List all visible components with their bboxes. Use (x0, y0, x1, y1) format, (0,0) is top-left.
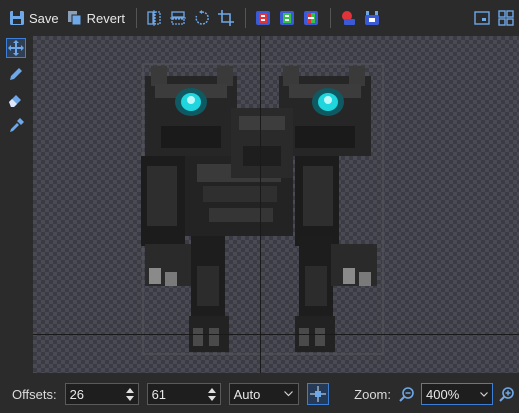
offset-y-spinbox[interactable] (146, 383, 221, 405)
center-offsets-button[interactable] (306, 383, 329, 405)
sprite-left-eye-glint (187, 96, 195, 104)
move-icon (8, 40, 24, 56)
offset-guide-horizontal (33, 334, 519, 335)
sprite-canvas[interactable] (33, 36, 519, 373)
move-tool-button[interactable] (6, 38, 26, 58)
offset-y-input[interactable] (151, 386, 200, 402)
sprite-torso-shade (209, 208, 273, 222)
tile-view-icon (498, 10, 514, 26)
zoom-in-icon (499, 387, 514, 402)
rotate-button[interactable] (191, 6, 213, 30)
remap-green-button[interactable] (276, 6, 298, 30)
zoom-out-icon (399, 387, 414, 402)
zoom-label: Zoom: (354, 386, 391, 402)
pencil-icon (10, 68, 22, 80)
toolbar-separator (244, 8, 246, 28)
remap-mixed-icon (303, 11, 318, 25)
chevron-down-icon (283, 391, 293, 397)
crop-icon (217, 10, 234, 26)
edit-tools-panel (4, 38, 28, 142)
chevron-down-icon (480, 391, 488, 397)
sprite-left-jaw (161, 126, 221, 148)
fit-view-icon (474, 11, 490, 25)
alignment-value: Auto (233, 387, 261, 402)
flip-horizontal-button[interactable] (143, 6, 165, 30)
sprite-toe (315, 328, 325, 346)
export-png-icon (341, 11, 355, 25)
sprite-right-eye-glint (324, 96, 332, 104)
offset-x-input[interactable] (69, 386, 118, 402)
center-offsets-icon (309, 386, 326, 402)
tile-view-button[interactable] (495, 6, 517, 30)
increment-icon[interactable] (125, 388, 134, 393)
offset-y-stepper[interactable] (202, 384, 220, 404)
flip-horizontal-icon (147, 10, 161, 26)
sprite-toe (299, 328, 309, 346)
sprite-image (141, 63, 384, 355)
zoom-input[interactable] (426, 386, 474, 402)
increment-icon[interactable] (207, 388, 216, 393)
alignment-dropdown[interactable]: Auto (228, 383, 299, 405)
sprite-claw (359, 272, 371, 286)
revert-label: Revert (86, 10, 125, 26)
sprite-right-arm-shade (303, 166, 333, 226)
flip-vertical-icon (169, 11, 186, 25)
remap-red-button[interactable] (252, 6, 274, 30)
zoom-combobox[interactable] (421, 383, 493, 405)
flip-vertical-button[interactable] (167, 6, 189, 30)
save-label: Save (29, 10, 59, 26)
decrement-icon[interactable] (207, 396, 216, 401)
offset-x-stepper[interactable] (120, 384, 138, 404)
sprite-toe (209, 328, 219, 346)
offset-guide-vertical (260, 36, 261, 373)
bottom-bar: Offsets: Auto Zoom: (0, 375, 519, 413)
eraser-tool-button[interactable] (6, 90, 26, 110)
sprite-left-ear (217, 66, 233, 86)
offset-x-spinbox[interactable] (64, 383, 139, 405)
floppy-disk-icon (10, 11, 24, 25)
sprite-center-jaw (243, 146, 281, 166)
revert-button[interactable]: Revert (64, 6, 128, 30)
zoom-dropdown-toggle[interactable] (476, 384, 492, 404)
sprite-torso-shade (203, 186, 277, 202)
remap-green-icon (279, 11, 294, 25)
import-png-icon (364, 11, 379, 25)
cerberus-sprite (141, 66, 377, 352)
fit-view-button[interactable] (471, 6, 493, 30)
pencil-tool-button[interactable] (6, 64, 26, 84)
import-png-button[interactable] (361, 6, 383, 30)
remap-mixed-button[interactable] (300, 6, 322, 30)
sprite-toe (193, 328, 203, 346)
zoom-out-button[interactable] (397, 382, 417, 406)
toolbar-separator (329, 8, 331, 28)
sprite-left-arm-shade (147, 166, 177, 226)
save-button[interactable]: Save (6, 6, 62, 30)
decrement-icon[interactable] (125, 396, 134, 401)
sprite-claw (149, 268, 161, 284)
export-png-button[interactable] (337, 6, 359, 30)
sprite-right-ear (283, 66, 299, 86)
main-toolbar: Save Revert (0, 0, 519, 36)
toolbar-separator (135, 8, 137, 28)
copy-revert-icon (67, 11, 82, 26)
sprite-left-leg-shade (197, 266, 219, 306)
sprite-left-ear (151, 66, 167, 86)
rotate-icon (195, 10, 209, 25)
eyedropper-icon (10, 118, 24, 132)
sprite-right-ear (349, 66, 365, 86)
eraser-icon (9, 95, 21, 107)
crop-button[interactable] (215, 6, 237, 30)
zoom-in-button[interactable] (497, 382, 517, 406)
sprite-claw (343, 268, 355, 284)
sprite-right-leg-shade (305, 266, 327, 306)
sprite-right-jaw (295, 126, 355, 148)
eyedropper-tool-button[interactable] (6, 116, 26, 136)
sprite-center-head-shade (239, 116, 285, 130)
remap-red-icon (255, 11, 270, 25)
sprite-claw (165, 272, 177, 286)
offsets-label: Offsets: (12, 386, 57, 402)
